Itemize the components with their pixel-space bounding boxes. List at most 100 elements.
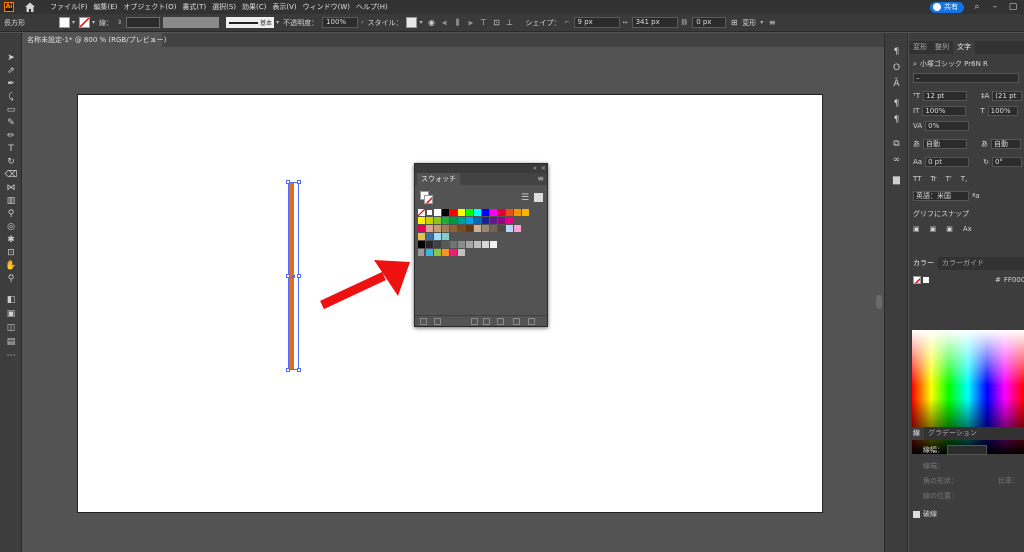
tab-gradient[interactable]: グラデーション: [924, 427, 981, 440]
swatch-chip[interactable]: [450, 225, 457, 232]
align-left-icon[interactable]: ⫷: [440, 18, 450, 28]
font-name-field[interactable]: 小塚ゴシック Pr6N R: [920, 59, 988, 69]
swatch-chip[interactable]: [418, 249, 424, 256]
tab-color-guide[interactable]: カラーガイド: [938, 257, 988, 270]
swatch-chip[interactable]: [442, 249, 449, 256]
swatches-tab[interactable]: スウォッチ: [417, 173, 460, 185]
paragraph-icon[interactable]: ¶: [891, 47, 902, 58]
kerning-field[interactable]: 自動: [923, 139, 967, 149]
close-icon[interactable]: ×: [150, 33, 156, 47]
superscript-button[interactable]: T': [946, 175, 952, 183]
swatch-chip[interactable]: [450, 209, 457, 216]
swatch-chip[interactable]: [482, 225, 489, 232]
swatch-chip[interactable]: [418, 233, 425, 240]
horizontal-scale-field[interactable]: 100%: [987, 106, 1018, 116]
stroke-weight-field[interactable]: [126, 17, 161, 28]
grid-icon[interactable]: ⊞: [729, 18, 739, 28]
swatch-chip[interactable]: [490, 225, 497, 232]
collapse-icon[interactable]: «: [533, 164, 537, 173]
swatch-chip[interactable]: [522, 209, 529, 216]
new-folder-icon[interactable]: [497, 318, 504, 325]
swatch-chip[interactable]: [506, 209, 513, 216]
align-center-icon[interactable]: ⫼: [453, 18, 463, 28]
swatch-chip[interactable]: [426, 233, 433, 240]
panel-menu-icon[interactable]: ≡: [537, 173, 544, 185]
close-icon[interactable]: ×: [541, 164, 546, 173]
swatch-chip[interactable]: [434, 209, 441, 216]
chevron-down-icon[interactable]: ▾: [72, 19, 75, 26]
swatch-chip[interactable]: [426, 209, 433, 216]
font-size-field[interactable]: 12 pt: [922, 91, 967, 101]
swatch-chip[interactable]: [466, 241, 473, 248]
swatch-chip[interactable]: [458, 225, 465, 232]
opacity-field[interactable]: 100%: [322, 17, 359, 28]
swatch-chip[interactable]: [498, 217, 505, 224]
stroke-swatch[interactable]: [79, 17, 91, 28]
minimize-icon[interactable]: –: [990, 2, 1000, 12]
tab-transform[interactable]: 変形: [909, 41, 931, 54]
place-swatch-icon[interactable]: [434, 318, 441, 325]
swatch-chip[interactable]: [442, 233, 449, 240]
char-style-icon[interactable]: ¶: [891, 99, 902, 110]
all-caps-button[interactable]: TT: [913, 175, 921, 183]
corner-icon[interactable]: ⌐: [565, 19, 570, 26]
chevron-down-icon[interactable]: ▾: [92, 19, 95, 26]
corner-radius-field[interactable]: 9 px: [573, 17, 620, 28]
links-icon[interactable]: ∞: [891, 155, 902, 166]
align-right-icon[interactable]: ⫸: [466, 18, 476, 28]
tab-color[interactable]: カラー: [909, 257, 938, 270]
screen-mode-icon[interactable]: ▤: [4, 337, 18, 348]
chevron-down-icon[interactable]: ▾: [419, 19, 422, 26]
menu-type[interactable]: 書式(T): [182, 2, 206, 12]
menu-window[interactable]: ウィンドウ(W): [303, 2, 350, 12]
swatch-chip[interactable]: [442, 241, 449, 248]
swatch-chip[interactable]: [490, 241, 497, 248]
swatch-chip[interactable]: [442, 217, 449, 224]
brush-definition-field[interactable]: 基本: [226, 17, 275, 28]
menu-help[interactable]: ヘルプ(H): [356, 2, 388, 12]
rectangle-tool-icon[interactable]: ▭: [4, 105, 18, 116]
dash-checkbox[interactable]: [913, 510, 920, 518]
swatch-chip[interactable]: [458, 217, 465, 224]
blend-tool-icon[interactable]: ◎: [4, 222, 18, 233]
small-caps-button[interactable]: Tr: [930, 175, 936, 183]
swatch-chip[interactable]: [417, 208, 426, 217]
menu-view[interactable]: 表示(V): [272, 2, 296, 12]
swatch-chip[interactable]: [474, 217, 481, 224]
width-tool-icon[interactable]: ⋈: [4, 183, 18, 194]
swatch-chip[interactable]: [514, 209, 521, 216]
search-icon[interactable]: ⌕: [972, 2, 982, 12]
swatch-chip[interactable]: [490, 217, 497, 224]
menu-select[interactable]: 選択(S): [212, 2, 236, 12]
fill-stroke-indicator[interactable]: [420, 191, 433, 204]
swatch-chip[interactable]: [418, 217, 425, 224]
stroke-indicator[interactable]: [424, 195, 433, 204]
handle-bottom-right[interactable]: [297, 368, 301, 372]
tab-character[interactable]: 文字: [953, 41, 975, 54]
align-bottom-icon[interactable]: ⊥: [505, 18, 515, 28]
link-icon[interactable]: ⛓: [681, 19, 689, 26]
pencil-tool-icon[interactable]: ✏: [4, 131, 18, 142]
new-swatch-icon[interactable]: [513, 318, 520, 325]
swatch-library-icon[interactable]: [420, 318, 427, 325]
swatch-chip[interactable]: [466, 217, 473, 224]
swatch-chip[interactable]: [466, 225, 473, 232]
rotation-field[interactable]: 0°: [991, 157, 1022, 167]
eyedropper-tool-icon[interactable]: ⚲: [4, 209, 18, 220]
brush-tool-icon[interactable]: ✎: [4, 118, 18, 129]
share-button[interactable]: 共有: [930, 1, 964, 13]
swatch-chip[interactable]: [426, 225, 433, 232]
swatch-chip[interactable]: [426, 249, 433, 256]
swatch-chip[interactable]: [442, 225, 449, 232]
comments-icon[interactable]: ▆: [891, 175, 902, 186]
variable-width-field[interactable]: [163, 17, 220, 28]
swatch-chip[interactable]: [506, 217, 513, 224]
handle-bottom-left[interactable]: [286, 368, 290, 372]
swatch-chip[interactable]: [434, 233, 441, 240]
handle-middle-right[interactable]: [297, 274, 301, 278]
swatch-chip[interactable]: [458, 209, 465, 216]
direct-selection-tool-icon[interactable]: ⇗: [4, 66, 18, 77]
swatch-chip[interactable]: [434, 217, 441, 224]
stroke-weight-input[interactable]: [947, 445, 987, 455]
baseline-field[interactable]: 0 pt: [925, 157, 970, 167]
